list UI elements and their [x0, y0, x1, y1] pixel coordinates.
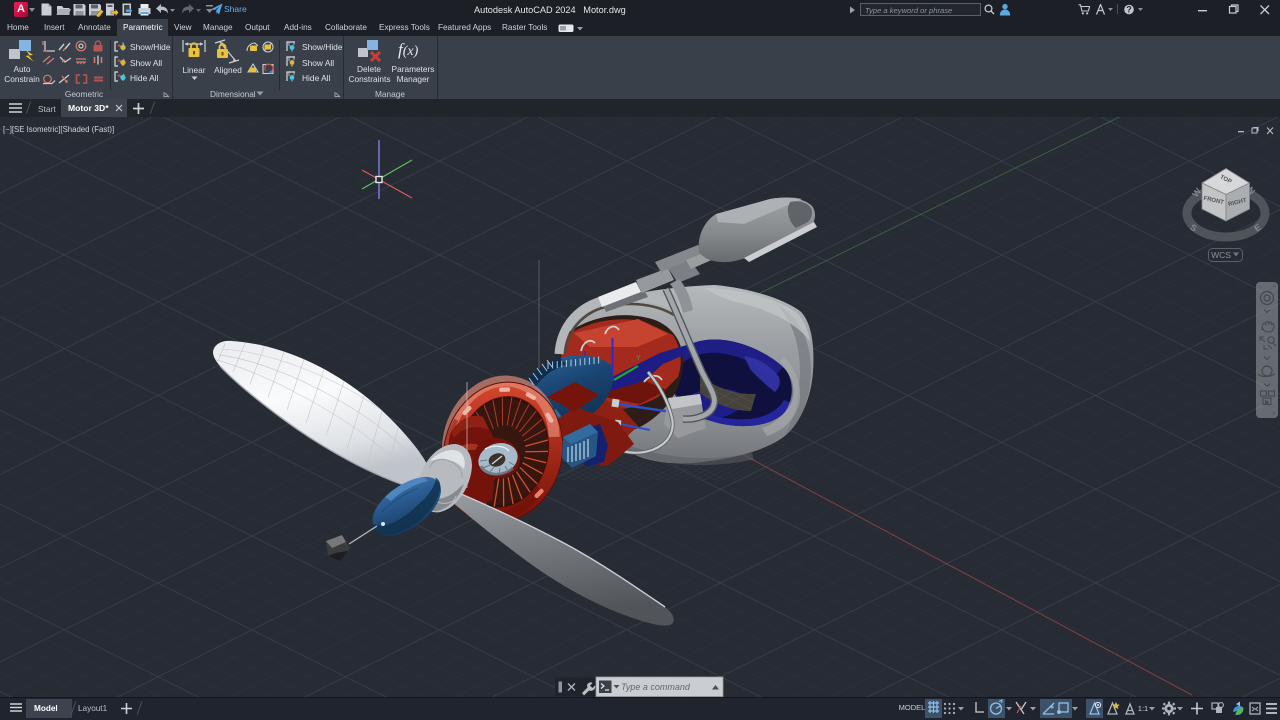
svg-text:WCS: WCS	[1211, 250, 1231, 260]
svg-text:1:1: 1:1	[1138, 704, 1148, 713]
svg-text:MODEL: MODEL	[899, 703, 926, 712]
svg-text:Y: Y	[636, 355, 641, 362]
svg-text:Type a command: Type a command	[621, 682, 691, 692]
svg-text:?: ?	[1126, 5, 1132, 15]
